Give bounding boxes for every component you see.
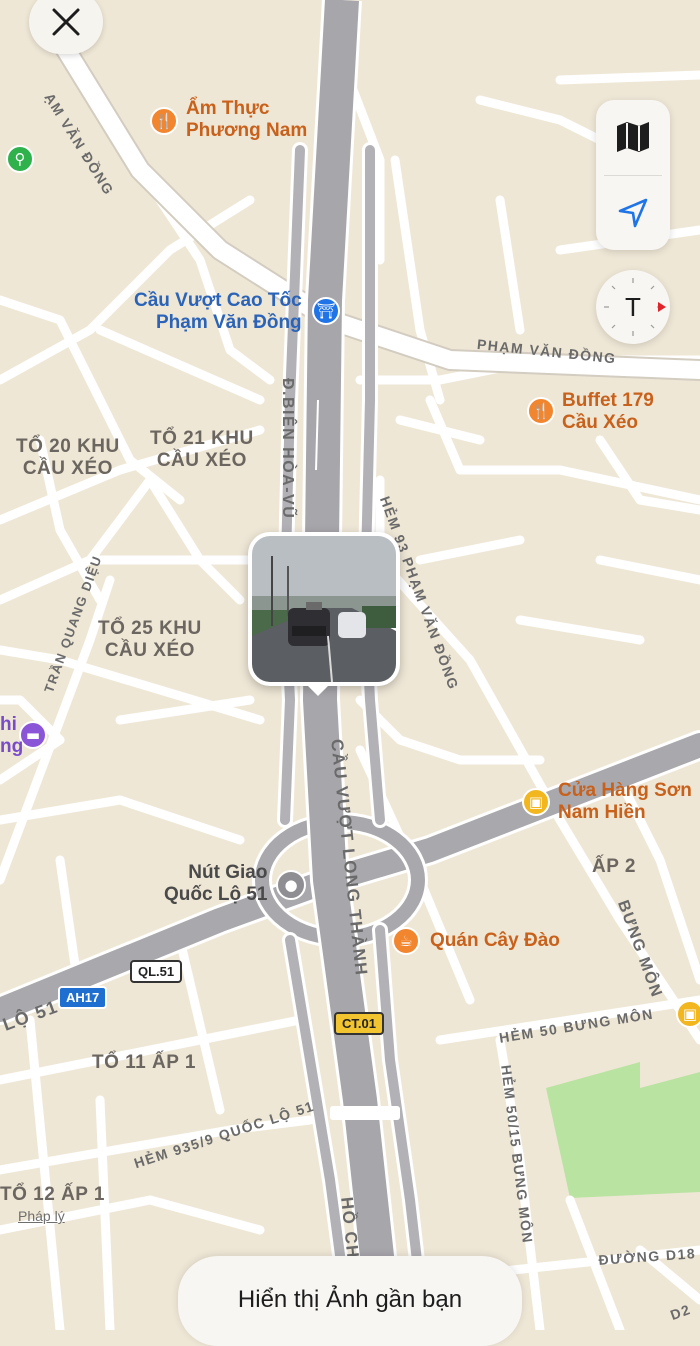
legal-link[interactable]: Pháp lý (18, 1208, 65, 1224)
area-label-to25: TỔ 25 KHU CẦU XÉO (98, 618, 202, 661)
map-icon (617, 122, 649, 152)
area-label-to11: TỔ 11 ẤP 1 (92, 1052, 196, 1073)
locate-me-button[interactable] (596, 176, 670, 250)
poi-hotel-partial[interactable]: hi ng (0, 714, 23, 758)
photo-thumbnail (252, 536, 396, 682)
area-label-ap2: ẤP 2 (592, 856, 636, 877)
compass-letter: T (625, 292, 641, 322)
junction-icon[interactable]: ● (276, 870, 306, 900)
photo-pin[interactable] (248, 532, 400, 696)
show-nearby-photos-button[interactable]: Hiển thị Ảnh gần bạn (178, 1256, 522, 1346)
poi-buffet-179[interactable]: Buffet 179 Cầu Xéo (562, 390, 654, 434)
bridge-icon[interactable]: ⛩ (312, 297, 340, 325)
shopping-bag-icon[interactable]: ▣ (522, 788, 550, 816)
compass-button[interactable]: T (596, 270, 670, 344)
area-label-to12: TỔ 12 ẤP 1 (0, 1184, 105, 1205)
road-shield-ql51: QL.51 (130, 960, 183, 983)
road-shield-ah17: AH17 (58, 986, 108, 1009)
area-label-to21: TỔ 21 KHU CẦU XÉO (150, 428, 254, 471)
restaurant-icon[interactable]: 🍴 (527, 397, 555, 425)
poi-nut-giao[interactable]: Nút Giao Quốc Lộ 51 (164, 862, 267, 906)
cafe-icon[interactable]: ☕ (392, 927, 420, 955)
tennis-icon[interactable]: ⚲ (6, 145, 34, 173)
poi-cua-hang-son[interactable]: Cửa Hàng Sơn Nam Hiền (558, 780, 692, 824)
bottom-bar-label: Hiển thị Ảnh gần bạn (237, 1286, 463, 1313)
map-controls (596, 100, 670, 250)
poi-am-thuc-phuong-nam[interactable]: Ẩm Thực Phương Nam (186, 98, 307, 142)
shopping-bag-icon[interactable]: ▣ (676, 1000, 700, 1028)
poi-cau-vuot-cao-toc[interactable]: Cầu Vượt Cao Tốc Phạm Văn Đồng (134, 290, 302, 334)
restaurant-icon[interactable]: 🍴 (150, 107, 178, 135)
area-label-to20: TỔ 20 KHU CẦU XÉO (16, 436, 120, 479)
close-icon (52, 8, 80, 36)
street-label-dien-bien: Đ.BIÊN HÒA-VŨ (279, 378, 296, 520)
park-area (546, 1062, 700, 1198)
photo-pin-pointer (304, 682, 332, 696)
location-arrow-icon (618, 198, 648, 228)
close-button[interactable] (29, 0, 103, 54)
map-mode-button[interactable] (596, 100, 670, 174)
poi-quan-cay-dao[interactable]: Quán Cây Đào (430, 930, 560, 952)
overpass-segment (330, 1106, 400, 1120)
road-shield-ct01: CT.01 (334, 1012, 384, 1035)
